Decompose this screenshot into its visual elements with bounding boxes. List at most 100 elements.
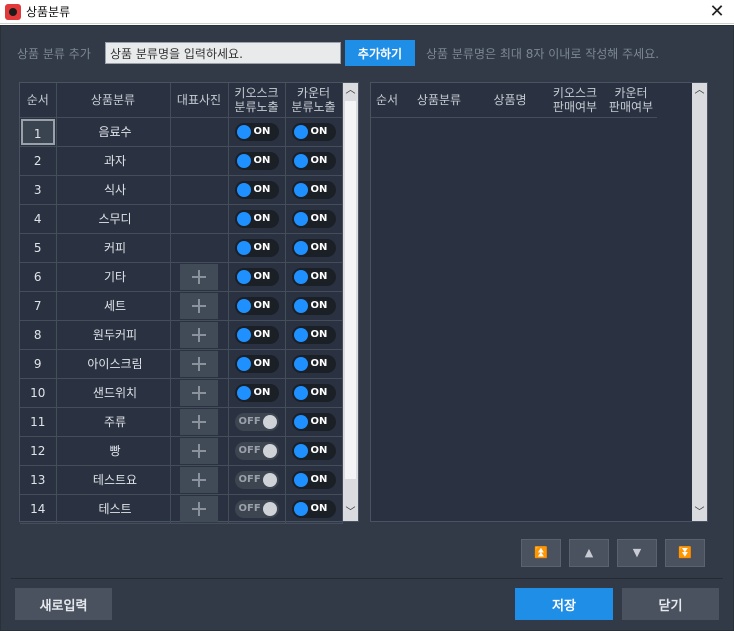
category-name[interactable]: 커피 xyxy=(56,233,171,263)
toggle-label: ON xyxy=(310,241,328,253)
counter-visibility-toggle[interactable]: ON xyxy=(291,151,336,170)
photo-cell[interactable] xyxy=(170,465,229,495)
counter-visibility-toggle[interactable]: ON xyxy=(291,412,336,431)
kiosk-visibility-toggle[interactable]: ON xyxy=(234,354,279,373)
category-name[interactable]: 원두커피 xyxy=(56,320,171,350)
category-scrollbar[interactable]: ︿ ﹀ xyxy=(343,83,358,521)
counter-visibility-toggle[interactable]: ON xyxy=(291,441,336,460)
row-number: 3 xyxy=(20,175,57,205)
kiosk-visibility-toggle[interactable]: ON xyxy=(234,296,279,315)
table-row[interactable]: 11 주류 OFF ON xyxy=(20,407,343,437)
move-bottom-button[interactable]: ⏬ xyxy=(665,539,705,567)
save-button[interactable]: 저장 xyxy=(515,588,613,620)
add-photo-icon[interactable] xyxy=(180,408,218,435)
photo-cell[interactable] xyxy=(170,436,229,466)
table-row[interactable]: 7 세트 ON ON xyxy=(20,291,343,321)
table-row[interactable]: 1 음료수 ON ON xyxy=(20,117,343,147)
add-photo-icon[interactable] xyxy=(180,379,218,406)
table-row[interactable]: 4 스무디 ON ON xyxy=(20,204,343,234)
add-photo-icon[interactable] xyxy=(180,495,218,522)
counter-visibility-toggle[interactable]: ON xyxy=(291,470,336,489)
add-photo-icon[interactable] xyxy=(180,466,218,493)
new-entry-button[interactable]: 새로입력 xyxy=(15,588,112,620)
photo-cell[interactable] xyxy=(170,320,229,350)
counter-visibility-toggle[interactable]: ON xyxy=(291,296,336,315)
move-down-button[interactable]: ▼ xyxy=(617,539,657,567)
kiosk-visibility-toggle[interactable]: ON xyxy=(234,122,279,141)
kiosk-visibility-toggle[interactable]: ON xyxy=(234,209,279,228)
header-counter-line2: 분류노출 xyxy=(291,99,336,114)
row-number-text: 12 xyxy=(30,443,46,458)
category-name[interactable]: 주류 xyxy=(56,407,171,437)
counter-visibility-toggle[interactable]: ON xyxy=(291,325,336,344)
add-photo-icon[interactable] xyxy=(180,350,218,377)
table-row[interactable]: 2 과자 ON ON xyxy=(20,146,343,176)
kiosk-visibility-toggle[interactable]: OFF xyxy=(234,441,279,460)
toggle-label: ON xyxy=(253,212,271,224)
photo-cell[interactable] xyxy=(170,262,229,292)
table-row[interactable]: 12 빵 OFF ON xyxy=(20,436,343,466)
table-row[interactable]: 5 커피 ON ON xyxy=(20,233,343,263)
close-icon[interactable]: ✕ xyxy=(706,1,728,23)
category-name[interactable]: 빵 xyxy=(56,436,171,466)
photo-cell[interactable] xyxy=(170,291,229,321)
counter-visibility-toggle[interactable]: ON xyxy=(291,238,336,257)
table-row[interactable]: 13 테스트요 OFF ON xyxy=(20,465,343,495)
kiosk-visibility-toggle[interactable]: ON xyxy=(234,383,279,402)
add-category-button[interactable]: 추가하기 xyxy=(345,40,415,66)
table-row[interactable]: 3 식사 ON ON xyxy=(20,175,343,205)
category-name[interactable]: 테스트요 xyxy=(56,465,171,495)
category-name[interactable]: 식사 xyxy=(56,175,171,205)
table-row[interactable]: 8 원두커피 ON ON xyxy=(20,320,343,350)
category-name-input[interactable] xyxy=(105,42,341,64)
counter-visibility-toggle[interactable]: ON xyxy=(291,180,336,199)
kiosk-visibility-cell: ON xyxy=(228,262,286,292)
add-photo-icon[interactable] xyxy=(180,263,218,290)
close-button[interactable]: 닫기 xyxy=(622,588,719,620)
counter-visibility-toggle[interactable]: ON xyxy=(291,209,336,228)
category-name[interactable]: 샌드위치 xyxy=(56,378,171,408)
kiosk-visibility-toggle[interactable]: ON xyxy=(234,267,279,286)
move-up-button[interactable]: ▲ xyxy=(569,539,609,567)
product-header-category: 상품분류 xyxy=(403,83,475,118)
product-scroll-down-icon[interactable]: ﹀ xyxy=(692,505,707,521)
kiosk-visibility-toggle[interactable]: ON xyxy=(234,180,279,199)
counter-visibility-toggle[interactable]: ON xyxy=(291,354,336,373)
table-row[interactable]: 14 테스트 OFF ON xyxy=(20,494,343,524)
counter-visibility-toggle[interactable]: ON xyxy=(291,267,336,286)
add-photo-icon[interactable] xyxy=(180,321,218,348)
kiosk-visibility-toggle[interactable]: ON xyxy=(234,325,279,344)
scroll-down-icon[interactable]: ﹀ xyxy=(343,505,358,521)
table-row[interactable]: 9 아이스크림 ON ON xyxy=(20,349,343,379)
table-row[interactable]: 10 샌드위치 ON ON xyxy=(20,378,343,408)
scroll-up-icon[interactable]: ︿ xyxy=(343,83,358,99)
kiosk-visibility-toggle[interactable]: OFF xyxy=(234,470,279,489)
product-scrollbar[interactable]: ︿ ﹀ xyxy=(692,83,707,521)
photo-cell[interactable] xyxy=(170,378,229,408)
photo-cell[interactable] xyxy=(170,349,229,379)
table-row[interactable]: 6 기타 ON ON xyxy=(20,262,343,292)
category-name[interactable]: 세트 xyxy=(56,291,171,321)
row-number-text: 13 xyxy=(30,472,46,487)
counter-visibility-toggle[interactable]: ON xyxy=(291,122,336,141)
category-name[interactable]: 과자 xyxy=(56,146,171,176)
add-photo-icon[interactable] xyxy=(180,437,218,464)
photo-cell[interactable] xyxy=(170,494,229,524)
counter-visibility-toggle[interactable]: ON xyxy=(291,499,336,518)
product-scroll-up-icon[interactable]: ︿ xyxy=(692,83,707,99)
move-top-button[interactable]: ⏫ xyxy=(521,539,561,567)
category-name[interactable]: 스무디 xyxy=(56,204,171,234)
toggle-label: ON xyxy=(253,357,271,369)
scroll-thumb[interactable] xyxy=(345,101,356,479)
kiosk-visibility-toggle[interactable]: ON xyxy=(234,151,279,170)
photo-cell[interactable] xyxy=(170,407,229,437)
add-photo-icon[interactable] xyxy=(180,292,218,319)
kiosk-visibility-toggle[interactable]: OFF xyxy=(234,499,279,518)
category-name[interactable]: 테스트 xyxy=(56,494,171,524)
kiosk-visibility-toggle[interactable]: OFF xyxy=(234,412,279,431)
category-name[interactable]: 아이스크림 xyxy=(56,349,171,379)
counter-visibility-toggle[interactable]: ON xyxy=(291,383,336,402)
category-name[interactable]: 기타 xyxy=(56,262,171,292)
category-name[interactable]: 음료수 xyxy=(56,117,171,147)
kiosk-visibility-toggle[interactable]: ON xyxy=(234,238,279,257)
